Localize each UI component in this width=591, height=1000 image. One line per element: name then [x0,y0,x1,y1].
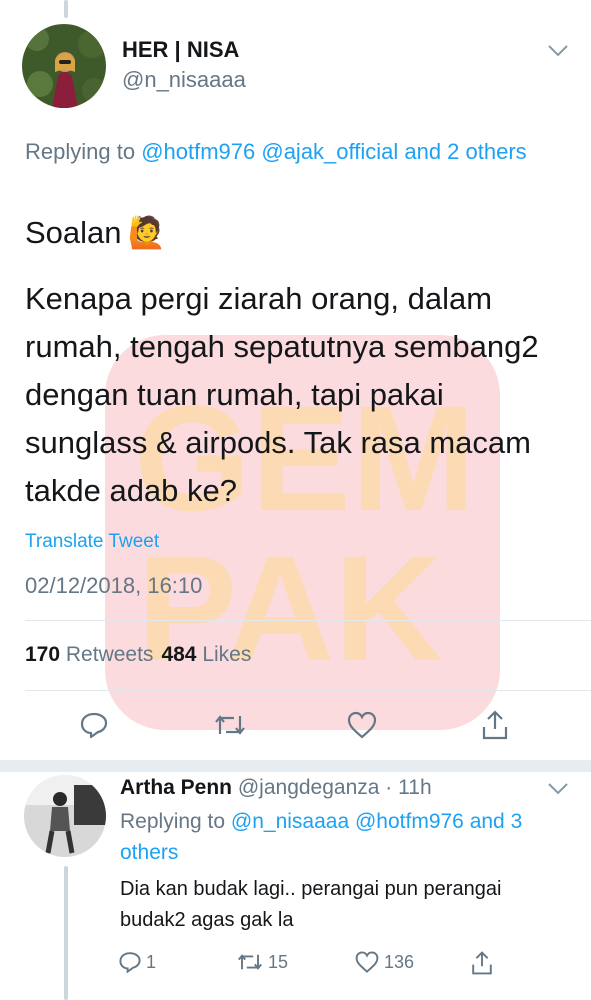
reply-replying-mentions[interactable]: @n_nisaaaa @hotfm976 [231,810,464,833]
reply-handle[interactable]: @jangdeganza [238,776,380,799]
retweets-count: 170 [25,643,61,666]
thread-line-bottom [64,866,68,1000]
reply-like-button[interactable]: 136 [354,950,414,974]
retweet-button[interactable] [210,705,250,745]
divider [25,690,591,691]
tweet-timestamp: 02/12/2018, 16:10 [25,573,203,598]
reply-reply-button[interactable]: 1 [118,950,156,974]
chevron-down-icon[interactable] [547,44,569,63]
reply-actions: 1 15 136 [118,950,558,982]
reply-icon [80,712,108,739]
reply-button[interactable] [74,705,114,745]
retweet-icon [238,954,262,970]
tweet-actions [22,705,582,745]
reply-retweet-button[interactable]: 15 [236,950,288,974]
reply-share-button[interactable] [470,950,494,976]
avatar[interactable] [22,24,106,108]
reply-time: 11h [398,776,432,799]
tweet-line1: Soalan [25,215,122,250]
share-button[interactable] [475,705,515,745]
chevron-down-icon[interactable] [547,782,569,801]
reply-like-count: 136 [384,951,415,972]
reply-avatar[interactable] [24,775,106,857]
display-name[interactable]: HER | NISA [122,37,239,63]
retweet-icon [215,715,245,735]
reply-replying-prefix: Replying to [120,810,231,833]
replying-to: Replying to @hotfm976 @ajak_official and… [25,136,545,168]
retweets-stat[interactable]: 170 Retweets [25,643,153,667]
reply-retweet-count: 15 [268,951,289,972]
section-separator [0,760,591,772]
tweet-text: Kenapa pergi ziarah orang, dalam rumah, … [25,281,539,508]
reply-display-name[interactable]: Artha Penn [120,776,232,799]
reply-replying-to: Replying to @n_nisaaaa @hotfm976 and 3 o… [120,806,560,868]
thread-line-top [64,0,68,18]
heart-icon [355,951,379,973]
divider [25,620,591,621]
reply-header: Artha Penn @jangdeganza · 11h [120,776,432,799]
raising-hand-emoji-icon: 🙋 [127,215,167,250]
reply-reply-count: 1 [146,951,157,972]
like-button[interactable] [342,705,382,745]
replying-others[interactable]: and 2 others [398,139,526,164]
reply-text: Dia kan budak lagi.. perangai pun perang… [120,878,502,931]
replying-mentions[interactable]: @hotfm976 @ajak_official [141,139,398,164]
reply-icon [119,952,141,974]
tweet-stats: 170 Retweets 484 Likes [25,643,251,667]
user-handle[interactable]: @n_nisaaaa [122,67,246,93]
likes-count: 484 [161,643,197,666]
share-icon [482,710,508,740]
likes-stat[interactable]: 484 Likes [161,643,251,667]
tweet-first-line: Soalan 🙋 [25,213,166,253]
retweets-label: Retweets [65,643,154,666]
share-icon [472,951,492,975]
replying-prefix: Replying to [25,139,142,164]
translate-tweet-link[interactable]: Translate Tweet [25,531,159,553]
likes-label: Likes [202,643,252,666]
heart-icon [347,711,377,739]
